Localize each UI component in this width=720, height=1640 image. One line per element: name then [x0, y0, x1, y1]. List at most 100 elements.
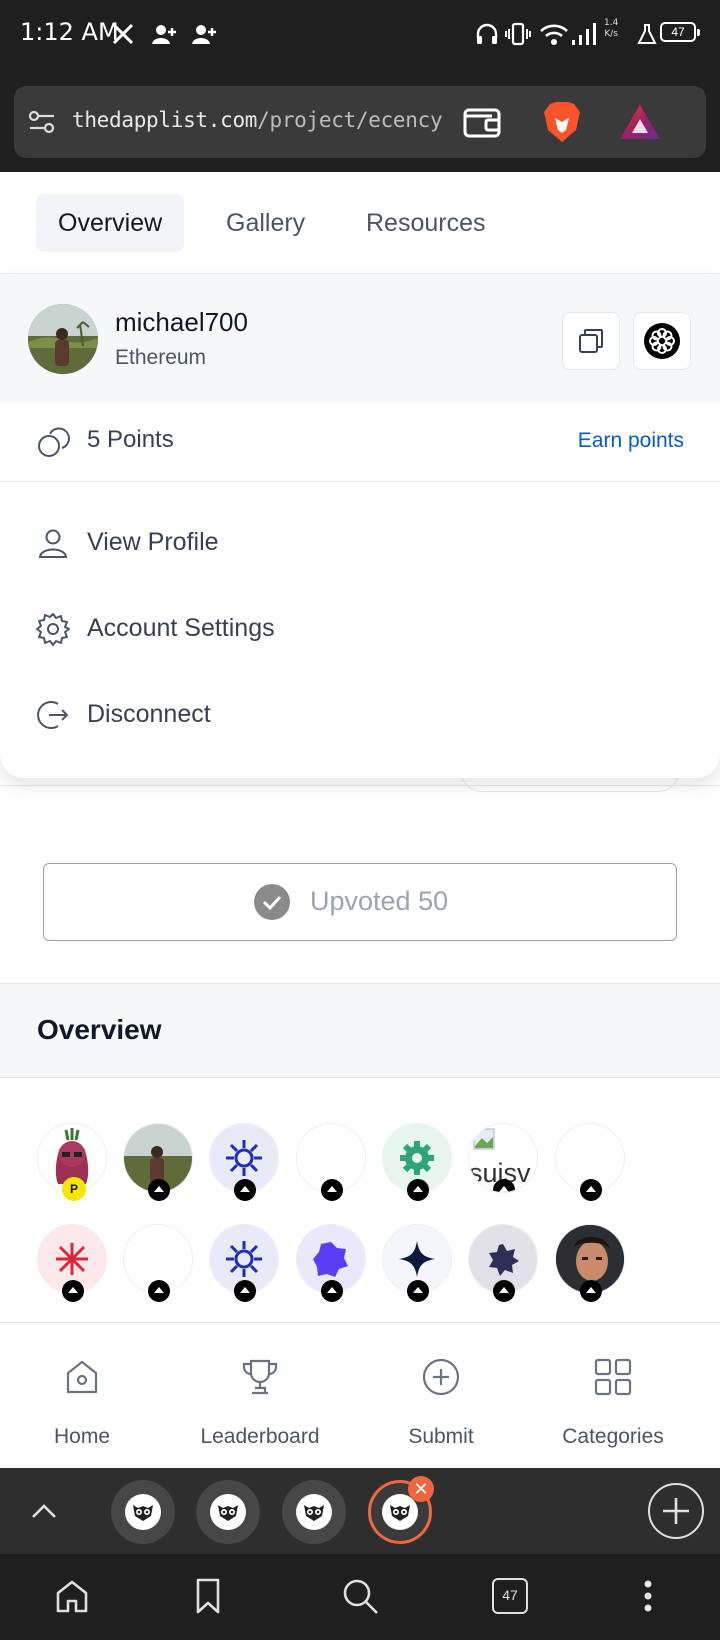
browser-tab[interactable] — [196, 1480, 260, 1544]
copy-icon — [579, 329, 603, 353]
menu-disconnect-label: Disconnect — [87, 700, 211, 728]
nav-leaderboard-label: Leaderboard — [200, 1425, 320, 1448]
upvote-marker-icon — [321, 1280, 343, 1302]
grid-icon — [594, 1358, 632, 1396]
upvote-marker-icon — [321, 1179, 343, 1201]
wifi-icon — [538, 20, 570, 48]
status-time: 1:12 AM — [20, 18, 119, 46]
nav-submit[interactable]: Submit — [381, 1323, 501, 1469]
brave-rewards-icon[interactable] — [618, 102, 662, 142]
upvote-marker-icon — [580, 1280, 602, 1302]
add-contact-icon — [150, 20, 178, 48]
ecency-owl-icon — [125, 1494, 161, 1530]
upvote-marker-icon — [580, 1179, 602, 1201]
close-tab-button[interactable]: ✕ — [408, 1476, 434, 1502]
ecency-owl-icon — [296, 1494, 332, 1530]
broken-image-icon — [473, 1128, 495, 1150]
tab-overview[interactable]: Overview — [36, 194, 185, 252]
voter-avatar[interactable] — [37, 1224, 107, 1302]
add-contact-icon — [190, 20, 218, 48]
upvote-marker-icon — [234, 1179, 256, 1201]
search-icon[interactable] — [338, 1574, 382, 1618]
voter-avatar[interactable] — [209, 1224, 279, 1302]
menu-view-profile[interactable]: View Profile — [0, 508, 720, 578]
project-tabs: Overview Gallery Resources — [0, 172, 720, 274]
nav-home-label: Home — [53, 1425, 111, 1448]
upvote-marker-icon — [407, 1179, 429, 1201]
upvote-marker-icon — [493, 1280, 515, 1302]
more-menu-icon[interactable] — [626, 1574, 670, 1618]
upvote-marker-icon — [148, 1179, 170, 1201]
home-icon[interactable] — [50, 1574, 94, 1618]
voter-avatar[interactable] — [555, 1123, 625, 1201]
overview-section-header: Overview — [0, 984, 720, 1078]
voter-avatar[interactable] — [468, 1224, 538, 1302]
account-username: michael700 — [115, 307, 248, 337]
copy-address-button[interactable] — [562, 312, 620, 370]
signal-icon — [570, 20, 598, 48]
nav-home[interactable]: Home — [22, 1323, 142, 1469]
menu-disconnect[interactable]: Disconnect — [0, 680, 720, 750]
bookmark-icon[interactable] — [186, 1574, 230, 1618]
browser-tab[interactable] — [111, 1480, 175, 1544]
plus-circle-icon — [422, 1358, 460, 1396]
plus-icon — [663, 1498, 689, 1524]
menu-account-settings-label: Account Settings — [87, 614, 275, 642]
upvote-marker-icon — [407, 1280, 429, 1302]
voter-avatar[interactable] — [296, 1123, 366, 1201]
ecency-owl-icon — [210, 1494, 246, 1530]
headphones-icon — [474, 20, 500, 48]
browser-tab-strip — [0, 1468, 720, 1554]
vibrate-icon — [504, 20, 532, 48]
nav-categories-label: Categories — [562, 1425, 664, 1448]
voter-avatar[interactable] — [555, 1224, 625, 1302]
wallet-icon[interactable] — [460, 102, 504, 142]
upvoted-button[interactable]: Upvoted 50 — [43, 863, 677, 941]
nav-submit-label: Submit — [408, 1425, 474, 1448]
account-header: michael700 Ethereum — [0, 274, 720, 402]
menu-account-settings[interactable]: Account Settings — [0, 594, 720, 664]
voter-avatar[interactable] — [123, 1123, 193, 1201]
overview-heading: Overview — [37, 1014, 162, 1045]
menu-view-profile-label: View Profile — [87, 528, 219, 556]
upvote-marker-icon — [234, 1280, 256, 1302]
voter-avatar[interactable] — [382, 1123, 452, 1201]
brave-lion-icon[interactable] — [540, 102, 584, 142]
tab-count-icon[interactable]: 47 — [488, 1574, 532, 1618]
tab-gallery[interactable]: Gallery — [204, 194, 327, 252]
browser-bottom-bar: 47 — [0, 1554, 720, 1640]
nav-categories[interactable]: Categories — [543, 1323, 683, 1469]
voter-avatar[interactable] — [123, 1224, 193, 1302]
browser-tab[interactable] — [282, 1480, 346, 1544]
account-chain: Ethereum — [115, 346, 207, 369]
voter-avatar[interactable]: suisv — [468, 1123, 538, 1193]
user-icon — [38, 529, 68, 558]
voter-avatar[interactable] — [209, 1123, 279, 1201]
wallet-provider-button[interactable] — [633, 312, 691, 370]
upvote-marker-icon — [148, 1280, 170, 1302]
site-bottom-nav: Home Leaderboard Submit Categories — [0, 1322, 720, 1468]
voter-avatar[interactable] — [296, 1224, 366, 1302]
nav-leaderboard[interactable]: Leaderboard — [180, 1323, 340, 1469]
flower-logo-icon — [644, 323, 680, 359]
battery-icon: 47 — [660, 22, 700, 42]
upvoted-label: Upvoted 50 — [310, 886, 449, 916]
points-row: 5 Points Earn points — [0, 402, 720, 482]
new-tab-button[interactable] — [648, 1483, 704, 1539]
check-circle-icon — [254, 884, 290, 920]
status-bar: 1:12 AM 1.4 K/s 47 — [0, 0, 720, 70]
voter-avatar[interactable] — [382, 1224, 452, 1302]
earn-points-link[interactable]: Earn points — [578, 429, 684, 453]
lab-flask-icon — [636, 20, 658, 48]
url-text[interactable]: thedapplist.com/project/ecency — [72, 108, 443, 132]
chevron-up-icon[interactable] — [28, 1496, 60, 1528]
site-settings-icon[interactable] — [20, 102, 64, 142]
points-badge: P — [62, 1177, 86, 1201]
upvote-marker-icon — [62, 1280, 84, 1302]
url-bar[interactable]: thedapplist.com/project/ecency — [14, 86, 706, 158]
tab-count: 47 — [492, 1578, 528, 1614]
voter-avatar[interactable]: P — [37, 1123, 107, 1201]
tab-resources[interactable]: Resources — [344, 194, 508, 252]
account-dropdown: michael700 Ethereum 5 Points Earn points… — [0, 274, 720, 778]
gear-icon — [36, 613, 70, 646]
